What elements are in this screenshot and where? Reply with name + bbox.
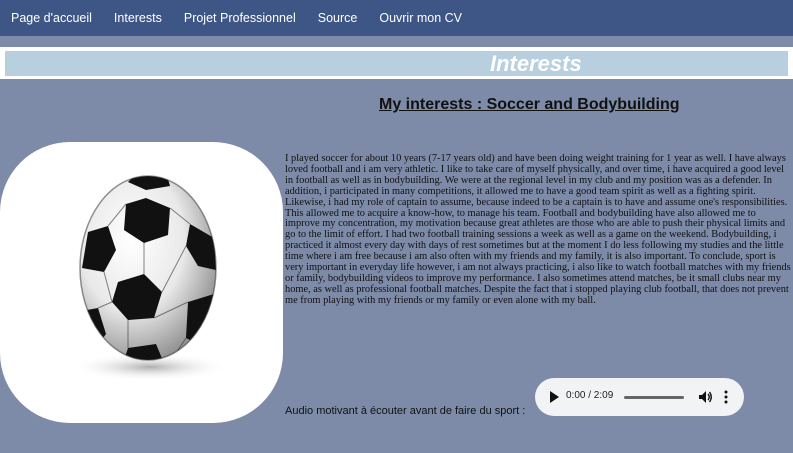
nav-link-interests[interactable]: Interests — [103, 0, 173, 36]
more-options-icon[interactable] — [723, 390, 729, 404]
volume-icon[interactable] — [698, 390, 712, 404]
audio-time: 0:00 / 2:09 — [566, 390, 614, 401]
soccer-ball-icon — [70, 175, 230, 381]
nav-link-source[interactable]: Source — [307, 0, 369, 36]
audio-progress-bar[interactable] — [624, 396, 684, 399]
title-banner — [5, 51, 788, 76]
interests-paragraph: I played soccer for about 10 years (7-17… — [285, 153, 791, 306]
audio-player[interactable]: 0:00 / 2:09 — [535, 378, 744, 416]
audio-label: Audio motivant à écouter avant de faire … — [285, 405, 526, 417]
nav-link-home[interactable]: Page d'accueil — [0, 0, 103, 36]
nav-link-cv[interactable]: Ouvrir mon CV — [368, 0, 473, 36]
play-icon[interactable] — [549, 391, 559, 403]
page-title: Interests — [490, 51, 582, 76]
soccer-ball-image — [0, 142, 283, 423]
section-heading: My interests : Soccer and Bodybuilding — [379, 96, 680, 113]
nav-link-projet-professionnel[interactable]: Projet Professionnel — [173, 0, 307, 36]
top-navbar: Page d'accueil Interests Projet Professi… — [0, 0, 793, 36]
